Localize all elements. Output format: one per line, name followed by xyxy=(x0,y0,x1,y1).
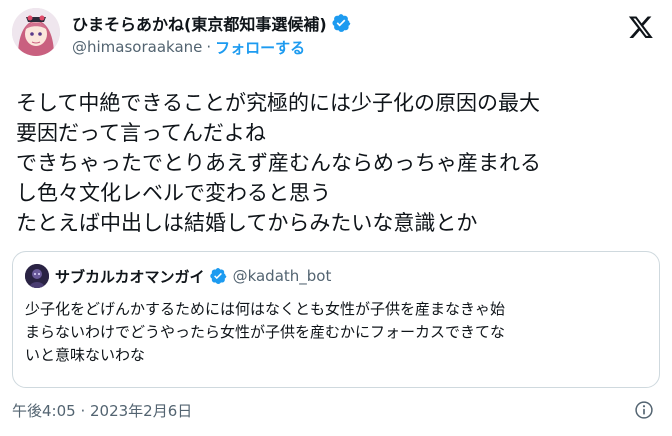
quoted-avatar-illustration xyxy=(25,264,49,288)
quoted-tweet-header: サブカルカオマンガイ @kadath_bot xyxy=(25,264,331,288)
display-name-row: ひまそらあかね(東京都知事選候補) xyxy=(72,12,351,34)
tweet-timestamp[interactable]: 午後4:05 · 2023年2月6日 xyxy=(12,402,192,420)
verified-badge-icon xyxy=(209,267,226,285)
separator-dot: · xyxy=(206,38,212,56)
author-avatar[interactable] xyxy=(12,8,60,56)
author-handle[interactable]: @himasoraakane xyxy=(72,38,202,56)
verified-badge-icon xyxy=(332,14,350,32)
quoted-tweet-body: 少子化をどげんかするためには何はなくとも女性が子供を産まなきゃ始 まらないわけで… xyxy=(25,300,506,364)
follow-button[interactable]: フォローする xyxy=(215,37,305,58)
info-icon[interactable] xyxy=(634,400,654,420)
quoted-author-handle: @kadath_bot xyxy=(232,267,332,285)
author-display-name[interactable]: ひまそらあかね(東京都知事選候補) xyxy=(72,11,327,35)
author-names: ひまそらあかね(東京都知事選候補) @himasoraakane · フォローす… xyxy=(72,12,351,58)
handle-row: @himasoraakane · フォローする xyxy=(72,36,351,58)
tweet-body: そして中絶できることが究極的には少子化の原因の最大 要因だって言ってんだよね で… xyxy=(16,91,541,235)
x-logo-icon[interactable] xyxy=(628,14,654,40)
quoted-tweet[interactable]: サブカルカオマンガイ @kadath_bot 少子化をどげんかするためには何はな… xyxy=(12,251,660,388)
tweet-footer: 午後4:05 · 2023年2月6日 xyxy=(12,400,660,422)
quoted-author-avatar xyxy=(25,264,49,288)
avatar-illustration xyxy=(12,8,60,56)
tweet-header: ひまそらあかね(東京都知事選候補) @himasoraakane · フォローす… xyxy=(12,8,660,72)
quoted-author-display-name: サブカルカオマンガイ xyxy=(55,267,205,286)
